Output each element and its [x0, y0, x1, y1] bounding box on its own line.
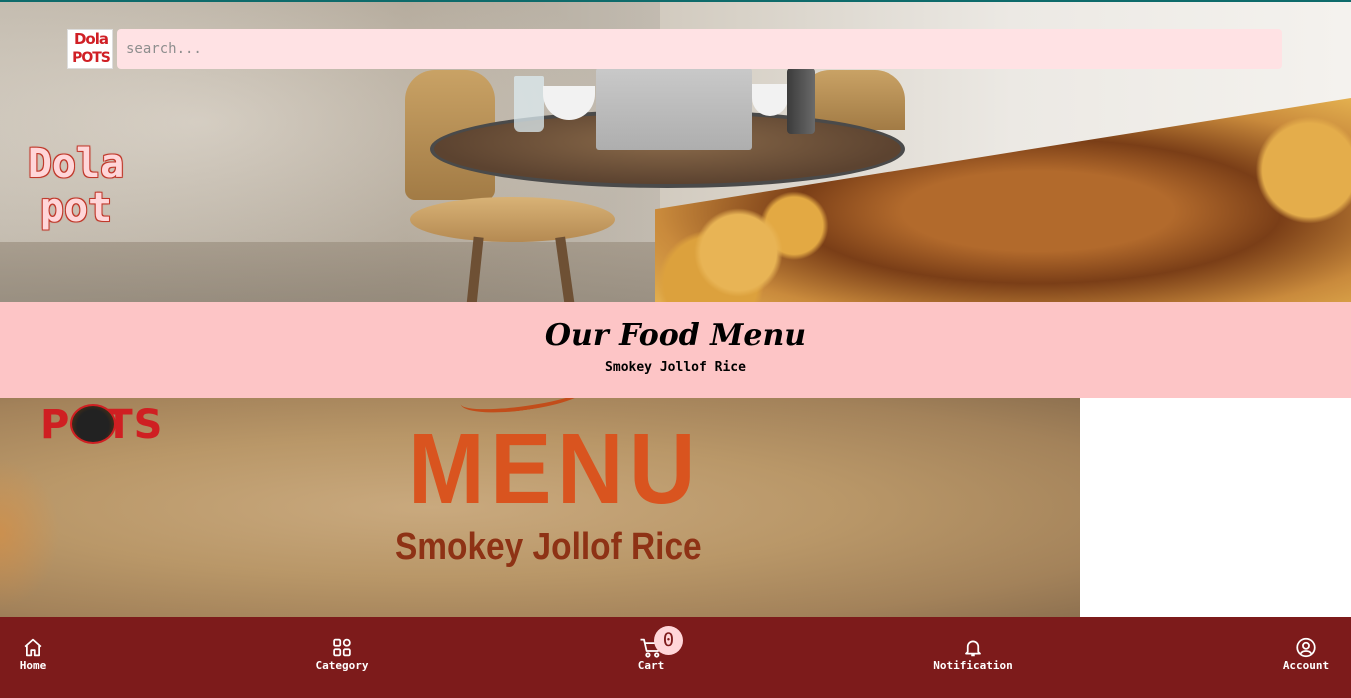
pot-logo-icon: [70, 404, 116, 444]
nav-home[interactable]: Home: [14, 637, 52, 673]
bell-icon: [965, 640, 981, 657]
nav-category[interactable]: Category: [312, 637, 372, 673]
hero-bowl: [752, 84, 788, 116]
logo-text-dola: Dola: [73, 30, 109, 48]
hero-brand-title: Dola pot: [27, 141, 125, 231]
menu-image-heading: MENU: [408, 413, 701, 525]
hero-chair-seat: [410, 197, 615, 242]
nav-account[interactable]: Account: [1278, 637, 1334, 673]
menu-title: Our Food Menu: [544, 318, 807, 353]
nav-label-home: Home: [19, 659, 47, 672]
nav-notification[interactable]: Notification: [930, 637, 1016, 673]
cart-count-badge: 0: [654, 626, 683, 655]
menu-header: Our Food Menu Smokey Jollof Rice: [0, 302, 1351, 398]
user-circle-icon: [1296, 637, 1316, 658]
nav-label-notification: Notification: [933, 659, 1013, 672]
brand-logo[interactable]: Dola POTS: [67, 29, 113, 69]
menu-image-dish: Smokey Jollof Rice: [395, 526, 702, 568]
hero-bottle: [787, 68, 815, 134]
nav-label-account: Account: [1282, 659, 1330, 672]
logo-text-pots: POTS: [72, 50, 111, 66]
paper-stain: [0, 458, 60, 608]
hero-glass: [514, 76, 544, 132]
grid-icon: [333, 638, 351, 657]
search-input[interactable]: [117, 29, 1282, 69]
hero-laptop: [596, 68, 752, 150]
nav-label-cart: Cart: [637, 659, 665, 672]
nav-label-category: Category: [315, 659, 369, 672]
menu-image: POTS MENU Smokey Jollof Rice: [0, 398, 1080, 617]
home-icon: [24, 638, 42, 657]
menu-subtitle: Smokey Jollof Rice: [605, 360, 746, 375]
